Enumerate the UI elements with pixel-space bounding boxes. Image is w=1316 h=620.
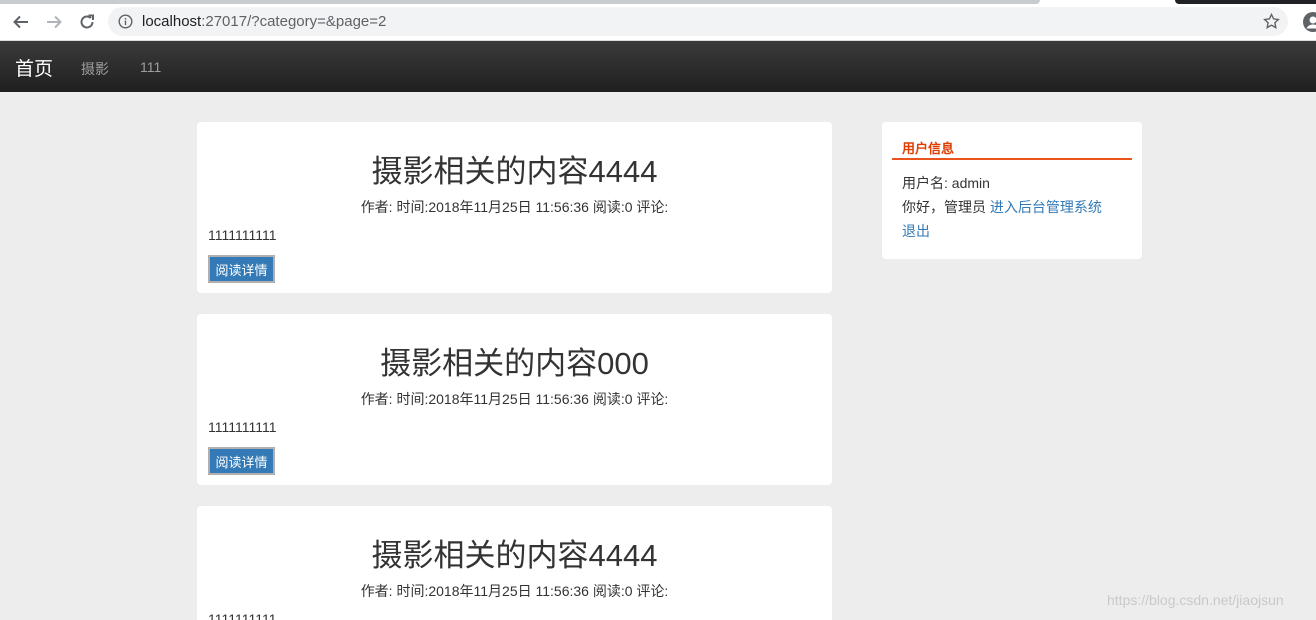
post-title: 摄影相关的内容4444 <box>371 538 658 573</box>
post-excerpt: 1111111111 <box>208 419 277 435</box>
post-title: 摄影相关的内容000 <box>380 346 649 381</box>
post-card: 摄影相关的内容4444 作者: 时间:2018年11月25日 11:56:36 … <box>197 122 832 293</box>
reload-icon <box>80 14 94 29</box>
tab-strip <box>0 0 1040 4</box>
user-info-title: 用户信息 <box>902 141 955 156</box>
user-info-panel: 用户信息 用户名: admin 你好，管理员 进入后台管理系统 退出 <box>882 122 1142 259</box>
site-navbar: 首页 摄影 111 <box>0 41 1316 92</box>
divider <box>892 158 1132 160</box>
nav-home-link[interactable]: 首页 <box>15 54 53 81</box>
username-label: 用户名: admin <box>902 175 990 191</box>
browser-toolbar: localhost:27017/?category=&page=2 <box>0 0 1316 41</box>
post-card: 摄影相关的内容4444 作者: 时间:2018年11月25日 11:56:36 … <box>197 506 832 620</box>
read-more-button[interactable]: 阅读详情 <box>208 447 275 475</box>
url-text[interactable]: localhost:27017/?category=&page=2 <box>142 13 386 30</box>
arrow-left-icon <box>13 15 28 29</box>
post-meta: 作者: 时间:2018年11月25日 11:56:36 阅读:0 评论: <box>360 391 669 407</box>
star-icon[interactable] <box>1263 13 1280 30</box>
post-excerpt: 1111111111 <box>208 227 277 243</box>
url-host: localhost <box>142 13 202 30</box>
post-excerpt: 1111111111 <box>208 611 277 620</box>
reload-button[interactable] <box>75 10 99 34</box>
post-title: 摄影相关的内容4444 <box>371 154 658 189</box>
admin-panel-link[interactable]: 进入后台管理系统 <box>990 199 1102 215</box>
info-icon[interactable] <box>118 14 133 29</box>
url-path: :27017/?category=&page=2 <box>201 13 387 30</box>
watermark: https://blog.csdn.net/jiaojsun <box>1107 592 1284 608</box>
nav-link-111[interactable]: 111 <box>140 59 161 75</box>
post-meta: 作者: 时间:2018年11月25日 11:56:36 阅读:0 评论: <box>360 199 669 215</box>
post-card: 摄影相关的内容000 作者: 时间:2018年11月25日 11:56:36 阅… <box>197 314 832 485</box>
arrow-right-icon <box>47 15 62 29</box>
greeting-text: 你好，管理员 <box>902 199 990 215</box>
address-bar[interactable]: localhost:27017/?category=&page=2 <box>108 7 1288 36</box>
greeting-line: 你好，管理员 进入后台管理系统 <box>902 197 1102 217</box>
read-more-button[interactable]: 阅读详情 <box>208 255 275 283</box>
nav-link-photography[interactable]: 摄影 <box>81 59 109 79</box>
back-button[interactable] <box>9 10 33 34</box>
forward-button[interactable] <box>42 10 66 34</box>
profile-icon[interactable] <box>1303 12 1316 32</box>
tab-strip-dark <box>1175 0 1316 4</box>
post-meta: 作者: 时间:2018年11月25日 11:56:36 阅读:0 评论: <box>360 583 669 599</box>
logout-link[interactable]: 退出 <box>902 221 930 241</box>
